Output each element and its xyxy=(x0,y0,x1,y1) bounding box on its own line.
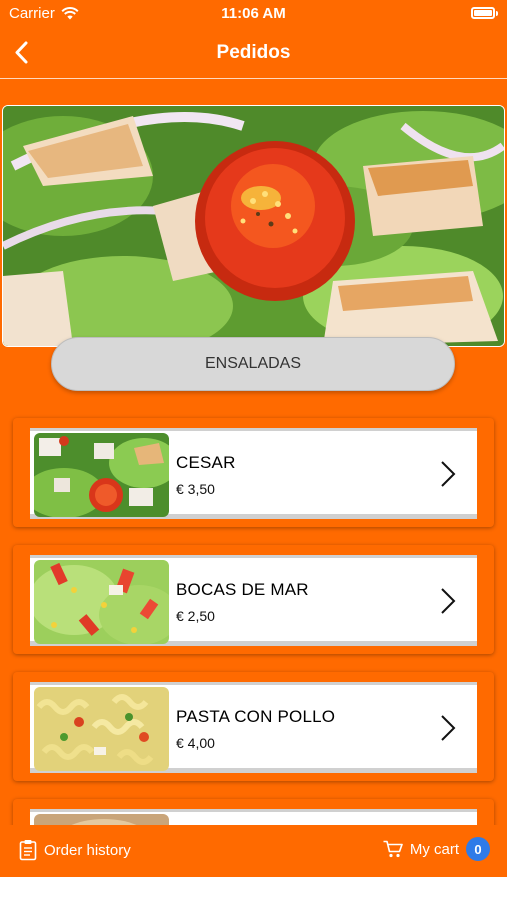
cart-icon xyxy=(383,840,403,858)
list-item[interactable]: BOCAS DE MAR € 2,50 xyxy=(13,545,494,654)
status-bar: Carrier 11:06 AM xyxy=(0,0,507,28)
item-name: CESAR xyxy=(176,453,236,472)
caesar-salad-photo xyxy=(34,433,169,517)
partial-item-photo xyxy=(34,814,169,825)
item-name: PASTA CON POLLO xyxy=(176,707,336,726)
item-thumbnail xyxy=(34,814,169,825)
item-price: € 4,00 xyxy=(176,735,215,751)
list-item-content: PASTA CON POLLO € 4,00 xyxy=(30,682,477,773)
navigation-bar: Pedidos xyxy=(0,28,507,79)
salad-photo xyxy=(3,106,504,346)
item-price: € 2,50 xyxy=(176,608,215,624)
item-name: BOCAS DE MAR xyxy=(176,580,309,599)
category-button[interactable]: ENSALADAS xyxy=(51,337,455,391)
item-thumbnail xyxy=(34,433,169,517)
product-list[interactable]: CESAR € 3,50 BOCAS DE MAR € 2,50 PASTA C… xyxy=(0,400,507,825)
list-item-content: BOCAS DE MAR € 2,50 xyxy=(30,555,477,646)
chevron-right-icon xyxy=(441,588,456,614)
item-price: € 3,50 xyxy=(176,481,215,497)
pasta-salad-photo xyxy=(34,687,169,771)
my-cart-button[interactable]: My cart 0 xyxy=(383,837,490,861)
bottom-bar: Order history My cart 0 xyxy=(0,825,507,877)
my-cart-label: My cart xyxy=(409,840,459,858)
list-item[interactable]: CESAR € 3,50 xyxy=(13,418,494,527)
chevron-right-icon xyxy=(441,461,456,487)
list-item-content: CESAR € 3,50 xyxy=(30,428,477,519)
page-title: Pedidos xyxy=(216,42,291,63)
list-item[interactable] xyxy=(13,799,494,825)
category-hero-image xyxy=(2,105,505,347)
clock: 11:06 AM xyxy=(221,5,286,22)
clipboard-icon xyxy=(19,840,37,861)
item-thumbnail xyxy=(34,560,169,644)
list-item-content xyxy=(30,809,477,825)
order-history-button[interactable]: Order history xyxy=(19,839,131,861)
list-item[interactable]: PASTA CON POLLO € 4,00 xyxy=(13,672,494,781)
item-thumbnail xyxy=(34,687,169,771)
cart-count-badge: 0 xyxy=(466,837,490,861)
crab-salad-photo xyxy=(34,560,169,644)
battery-icon xyxy=(471,7,498,19)
chevron-right-icon xyxy=(441,715,456,741)
order-history-label: Order history xyxy=(44,841,131,859)
home-indicator-area xyxy=(0,877,507,900)
